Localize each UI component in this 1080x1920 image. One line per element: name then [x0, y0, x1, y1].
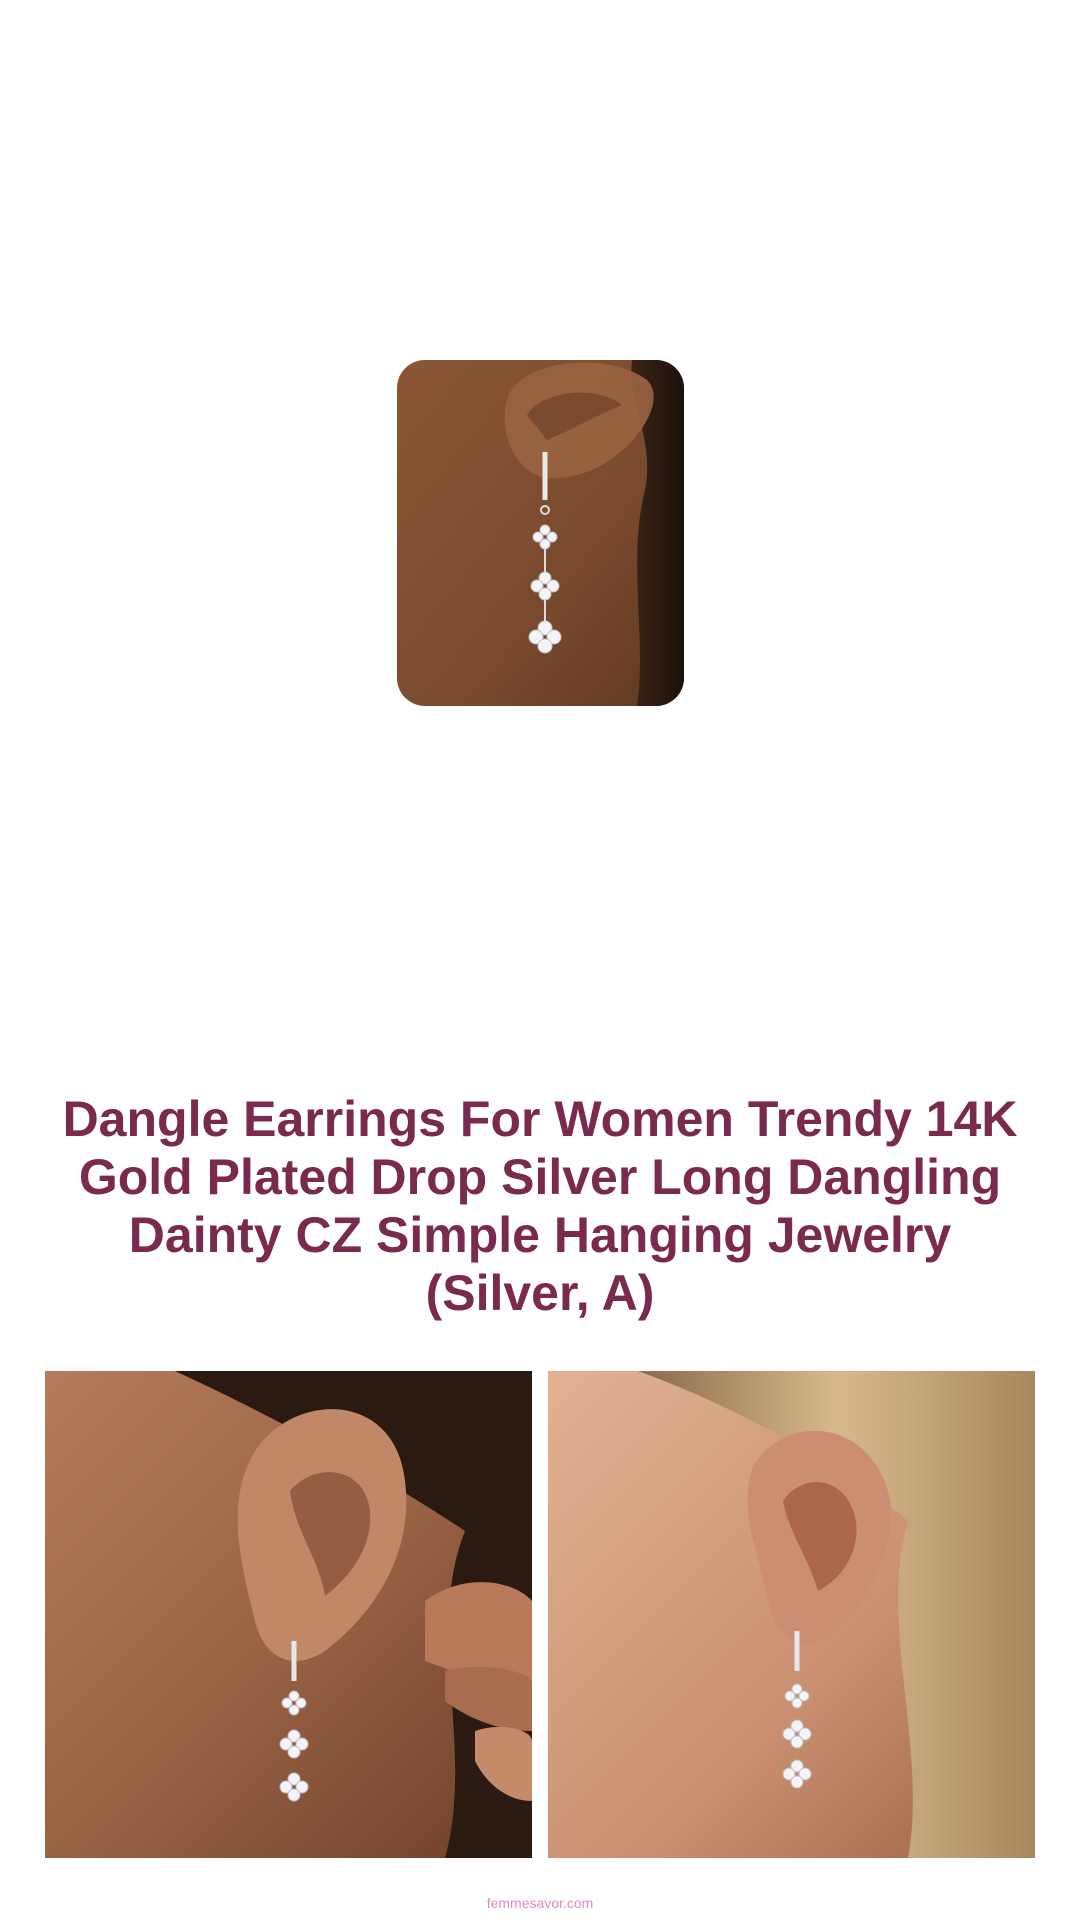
ear-earring-photo [397, 360, 684, 706]
site-credit-link[interactable]: femmesavor.com [0, 1895, 1080, 1911]
product-title: Dangle Earrings For Women Trendy 14K Gol… [62, 1091, 1018, 1321]
ear-earring-photo-blonde-hair [548, 1371, 1035, 1858]
product-gallery-image-2[interactable] [548, 1371, 1035, 1858]
ear-earring-photo-dark-hair [45, 1371, 532, 1858]
product-gallery-image-1[interactable] [45, 1371, 532, 1858]
product-hero-image[interactable] [397, 360, 684, 706]
